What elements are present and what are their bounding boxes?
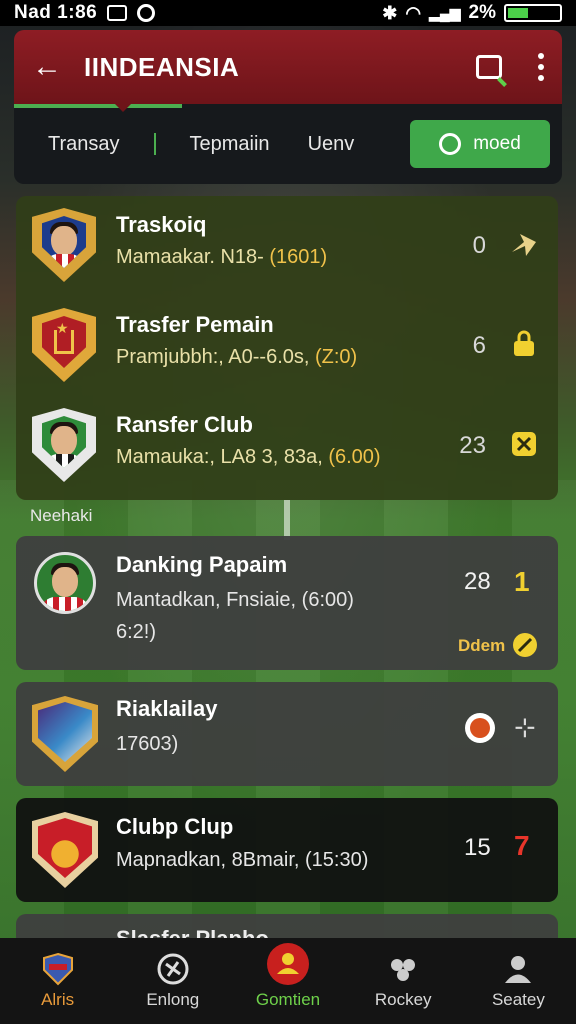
mode-ring-icon xyxy=(439,133,462,155)
sync-icon xyxy=(137,4,156,22)
list-item[interactable]: Riaklailay 17603) ⊹ xyxy=(16,682,558,786)
item-detail-line2: 6:2!) xyxy=(116,621,157,643)
nav-label: Seatey xyxy=(491,990,545,1009)
item-rank: 7 xyxy=(514,830,530,861)
check-box-icon[interactable] xyxy=(476,55,502,79)
ball-icon xyxy=(157,953,189,985)
item-value: 28 xyxy=(464,568,491,595)
nav-item-enlong[interactable]: Enlong xyxy=(115,938,230,1024)
signal-icon: ▂▄▆ xyxy=(429,4,461,21)
battery-percent: 2% xyxy=(468,2,496,23)
app-header: ← IINDEANSIA xyxy=(14,30,562,104)
item-detail: Mapnadkan, 8Bmair, (15:30) xyxy=(116,849,369,871)
profile-active-icon xyxy=(267,943,309,985)
status-bar: Nad 1:86 ✱ ◠ ▂▄▆ 2% xyxy=(0,0,576,26)
check-circle-icon[interactable] xyxy=(512,632,538,658)
item-name: Clubp Clup xyxy=(116,814,234,839)
arrow-right-icon[interactable] xyxy=(510,230,538,258)
item-name: Riaklailay xyxy=(116,696,218,721)
club-shield-icon xyxy=(42,952,73,986)
tab-bar: Transay Tepmaiin Uenv moed xyxy=(14,103,562,184)
list-item[interactable]: Clubp Clup Mapnadkan, 8Bmair, (15:30) 15… xyxy=(16,798,558,902)
club-crest-icon: ★ xyxy=(32,308,96,382)
club-logo-icon xyxy=(465,713,495,743)
item-rank: 1 xyxy=(514,566,530,597)
tab-uenv[interactable]: Uenv xyxy=(308,133,355,156)
featured-name: Ransfer Club xyxy=(116,412,253,437)
nav-label: Rockey xyxy=(374,990,432,1009)
featured-value: 6 xyxy=(472,332,486,359)
featured-detail: Mamaakar. N18- (1601) xyxy=(116,246,328,268)
tab-tepmaiin[interactable]: Tepmaiin xyxy=(190,133,270,156)
lock-icon[interactable] xyxy=(510,330,538,358)
featured-detail: Mamauka:, LA8 3, 83a, (6.00) xyxy=(116,446,381,468)
list-item[interactable]: Danking Papaim Mantadkan, Fnsiaie, (6:00… xyxy=(16,536,558,670)
nav-item-gomtien[interactable]: Gomtien xyxy=(230,938,345,1024)
nav-label: Alris xyxy=(41,990,75,1009)
item-detail: Mantadkan, Fnsiaie, (6:00) xyxy=(116,589,354,611)
avatar xyxy=(34,552,96,614)
tab-caret xyxy=(114,103,132,112)
tab-transay[interactable]: Transay xyxy=(48,133,120,156)
featured-row[interactable]: ★ Trasfer Pemain Pramjubbh:, A0--6.0s, (… xyxy=(16,296,558,396)
featured-detail: Pramjubbh:, A0--6.0s, (Z:0) xyxy=(116,346,358,368)
section-label: Neehaki xyxy=(30,506,93,525)
nav-label: Enlong xyxy=(146,990,200,1009)
item-tag: Ddem xyxy=(458,636,506,655)
bluetooth-icon: ✱ xyxy=(382,2,398,23)
user-icon xyxy=(505,956,532,983)
status-time: Nad 1:86 xyxy=(14,2,98,23)
more-menu-icon[interactable] xyxy=(538,53,544,81)
club-crest-icon xyxy=(32,408,96,482)
nav-item-rockey[interactable]: Rockey xyxy=(346,938,461,1024)
featured-value: 0 xyxy=(472,232,486,259)
tab-indicator xyxy=(14,104,182,108)
mode-button[interactable]: moed xyxy=(410,120,550,168)
featured-row[interactable]: Traskoiq Mamaakar. N18- (1601) 0 xyxy=(16,196,558,296)
featured-name: Traskoiq xyxy=(116,212,207,237)
club-crest-icon xyxy=(32,208,96,282)
wifi-icon: ◠ xyxy=(405,2,422,23)
tab-divider xyxy=(153,133,156,155)
featured-row[interactable]: Ransfer Club Mamauka:, LA8 3, 83a, (6.00… xyxy=(16,396,558,496)
battery-icon xyxy=(504,4,562,22)
notification-icon xyxy=(107,5,128,21)
club-crest-icon xyxy=(32,812,98,888)
nav-label: Gomtien xyxy=(255,990,321,1009)
item-value: 15 xyxy=(464,834,491,861)
back-arrow-icon[interactable]: ← xyxy=(32,50,72,84)
mode-button-label: moed xyxy=(473,133,521,154)
featured-transfers-card: Traskoiq Mamaakar. N18- (1601) 0 ★ Trasf… xyxy=(16,196,558,500)
featured-name: Trasfer Pemain xyxy=(116,312,274,337)
group-icon xyxy=(391,959,416,981)
close-badge-icon[interactable] xyxy=(510,430,538,458)
pitch-line xyxy=(284,500,290,540)
featured-value: 23 xyxy=(459,432,486,459)
item-name: Danking Papaim xyxy=(116,552,288,577)
bottom-navigation: Alris Enlong Gomtien Rockey Seatey xyxy=(0,938,576,1024)
page-title: IINDEANSIA xyxy=(84,51,240,82)
item-detail: 17603) xyxy=(116,733,179,755)
nav-item-alris[interactable]: Alris xyxy=(0,938,115,1024)
nav-item-seatey[interactable]: Seatey xyxy=(461,938,576,1024)
club-crest-icon xyxy=(32,696,98,772)
more-icon[interactable]: ⊹ xyxy=(514,712,536,743)
